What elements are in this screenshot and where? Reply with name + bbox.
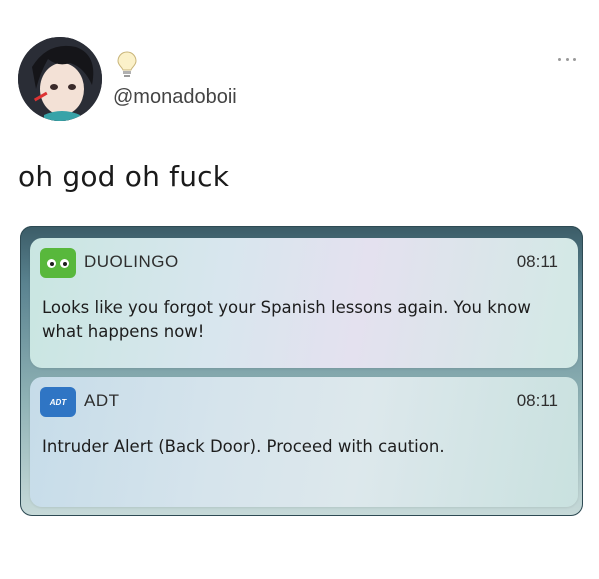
avatar-image [18, 37, 102, 121]
username[interactable]: @monadoboii [113, 86, 237, 109]
tweet-text: oh god oh fuck [18, 160, 230, 193]
notification-time: 08:11 [516, 391, 558, 410]
more-dots-icon[interactable] [558, 56, 576, 62]
avatar[interactable] [18, 37, 102, 121]
notification-app-name: ADT [84, 391, 120, 410]
duolingo-owl-icon [40, 248, 76, 278]
notification-message: Intruder Alert (Back Door). Proceed with… [42, 437, 445, 456]
notification-app-name: DUOLINGO [84, 252, 179, 271]
notification-message: Looks like you forgot your Spanish lesso… [42, 298, 531, 341]
adt-logo-icon: ADT [40, 387, 76, 417]
notification-duolingo[interactable]: DUOLINGO 08:11 Looks like you forgot you… [30, 238, 578, 368]
lightbulb-icon [117, 51, 137, 77]
notification-adt[interactable]: ADT ADT 08:11 Intruder Alert (Back Door)… [30, 377, 578, 507]
notification-time: 08:11 [516, 252, 558, 271]
